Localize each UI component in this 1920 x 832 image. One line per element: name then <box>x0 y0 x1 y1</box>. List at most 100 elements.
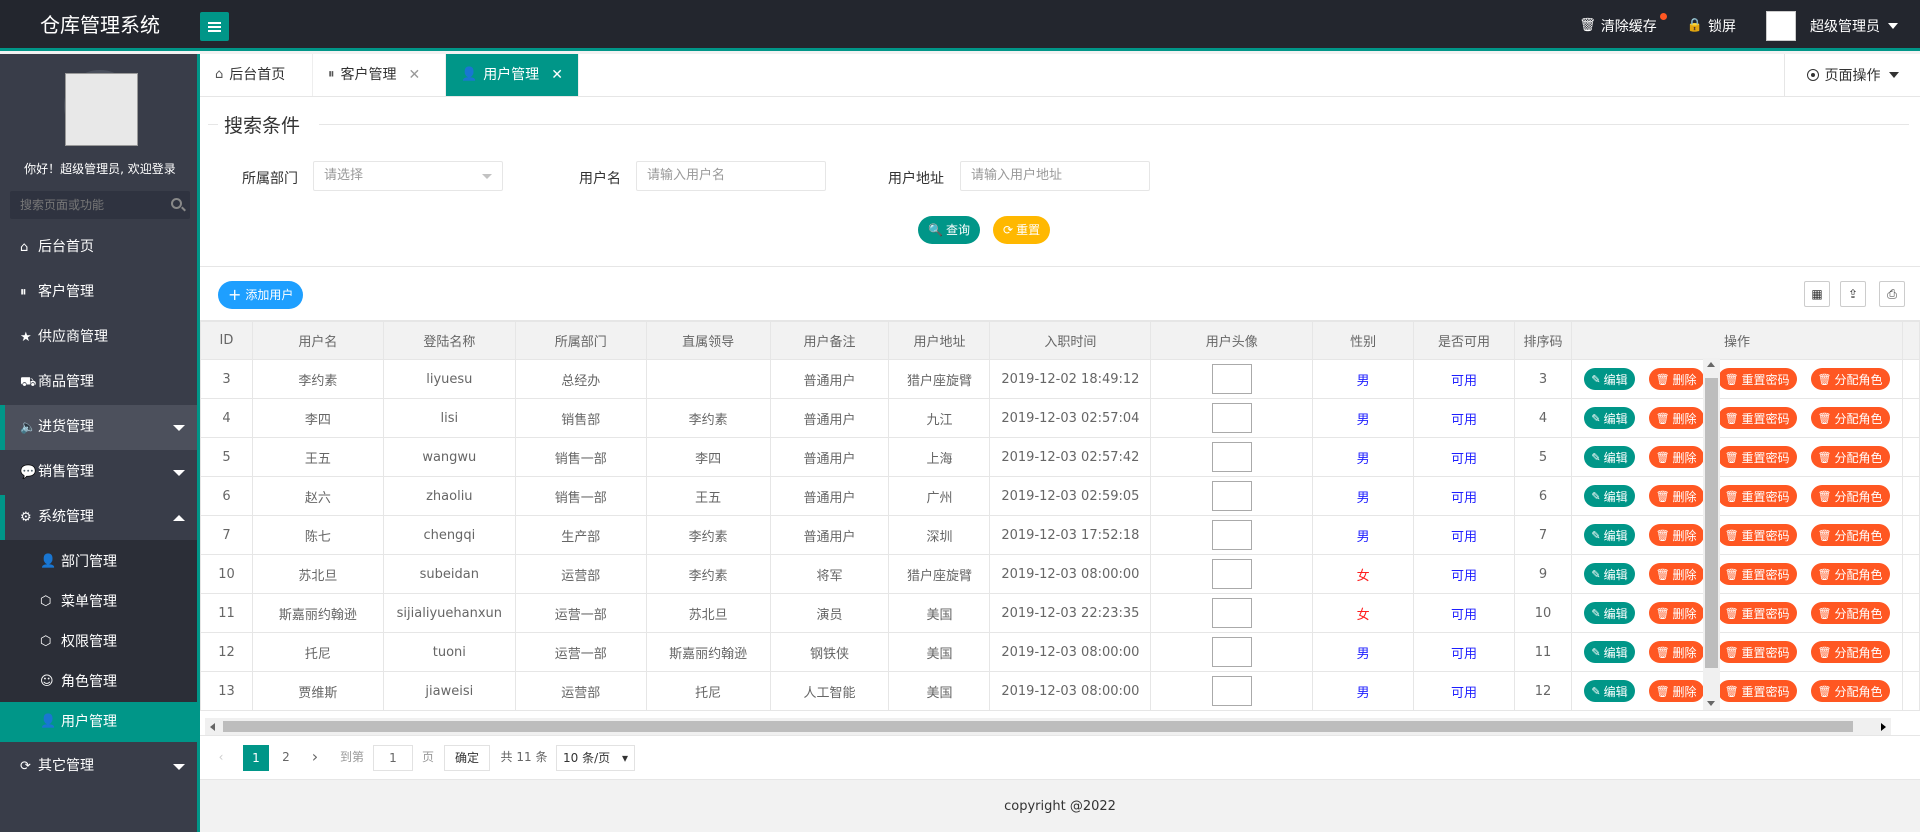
sidebar-item-other[interactable]: ⟳ 其它管理 <box>0 744 197 789</box>
sidebar-item-users[interactable]: 👤 用户管理 <box>0 702 197 742</box>
address-input[interactable]: 请输入用户地址 <box>960 161 1150 191</box>
dept-select[interactable]: 请选择 <box>313 161 503 191</box>
sidebar-item-menu[interactable]: ⬡ 菜单管理 <box>0 582 197 622</box>
sidebar-item-system[interactable]: ⚙ 系统管理 <box>0 495 197 540</box>
col-header[interactable]: 所属部门 <box>514 321 647 360</box>
close-icon[interactable]: ✕ <box>551 54 563 96</box>
sidebar-search-input[interactable]: 搜索页面或功能 <box>10 191 190 219</box>
assign-role-button[interactable]: 🗑 分配角色 <box>1810 485 1890 507</box>
scroll-thumb[interactable] <box>223 721 1853 732</box>
reset-password-button[interactable]: 🗑 重置密码 <box>1717 563 1797 585</box>
edit-button[interactable]: ✎ 编辑 <box>1584 368 1635 390</box>
scroll-down-icon[interactable] <box>1707 701 1715 706</box>
scroll-thumb[interactable] <box>1705 378 1718 668</box>
reset-password-button[interactable]: 🗑 重置密码 <box>1717 485 1797 507</box>
scroll-up-icon[interactable] <box>1707 362 1715 367</box>
export-icon[interactable]: ⇪ <box>1840 281 1866 307</box>
prev-page-icon[interactable]: ‹ <box>214 745 228 771</box>
page-button[interactable]: 2 <box>276 745 296 771</box>
goto-page-input[interactable]: 1 <box>373 745 413 771</box>
delete-button[interactable]: 🗑 删除 <box>1648 368 1704 390</box>
edit-button[interactable]: ✎ 编辑 <box>1584 446 1635 468</box>
goto-confirm-button[interactable]: 确定 <box>444 745 490 771</box>
reset-password-button[interactable]: 🗑 重置密码 <box>1717 641 1797 663</box>
assign-role-button[interactable]: 🗑 分配角色 <box>1810 368 1890 390</box>
edit-button[interactable]: ✎ 编辑 <box>1584 485 1635 507</box>
columns-icon[interactable]: ▦ <box>1804 281 1830 307</box>
edit-button[interactable]: ✎ 编辑 <box>1584 641 1635 663</box>
table-row[interactable]: 6 赵六 zhaoliu 销售一部 王五 普通用户 广州 2019-12-03 02:59:0… <box>200 476 1920 516</box>
assign-role-button[interactable]: 🗑 分配角色 <box>1810 524 1890 546</box>
assign-role-button[interactable]: 🗑 分配角色 <box>1810 680 1890 702</box>
vertical-scrollbar[interactable] <box>1703 358 1720 710</box>
table-row[interactable]: 5 王五 wangwu 销售一部 李四 普通用户 上海 2019-12-03 02:57:42… <box>200 437 1920 477</box>
edit-button[interactable]: ✎ 编辑 <box>1584 407 1635 429</box>
edit-button[interactable]: ✎ 编辑 <box>1584 563 1635 585</box>
query-button[interactable]: 🔍 查询 <box>918 216 980 244</box>
scroll-right-icon[interactable] <box>1881 723 1886 731</box>
sidebar-item-suppliers[interactable]: ★ 供应商管理 <box>0 315 197 360</box>
col-header[interactable]: 用户备注 <box>769 321 890 360</box>
sidebar-item-sales[interactable]: 💬 销售管理 <box>0 450 197 495</box>
sidebar-item-home[interactable]: ⌂ 后台首页 <box>0 225 197 270</box>
sidebar-item-role[interactable]: ☺ 角色管理 <box>0 662 197 702</box>
username-input[interactable]: 请输入用户名 <box>636 161 826 191</box>
col-header[interactable]: 用户名 <box>251 321 384 360</box>
assign-role-button[interactable]: 🗑 分配角色 <box>1810 407 1890 429</box>
col-header[interactable]: 性别 <box>1312 321 1415 360</box>
col-header[interactable]: 入职时间 <box>989 321 1152 360</box>
user-menu[interactable]: 超级管理员 <box>1766 10 1898 41</box>
clear-cache-button[interactable]: 🗑 清除缓存 <box>1579 12 1667 36</box>
assign-role-button[interactable]: 🗑 分配角色 <box>1810 446 1890 468</box>
next-page-icon[interactable]: › <box>308 745 322 771</box>
col-header[interactable]: 登陆名称 <box>382 321 516 360</box>
reset-password-button[interactable]: 🗑 重置密码 <box>1717 524 1797 546</box>
reset-password-button[interactable]: 🗑 重置密码 <box>1717 602 1797 624</box>
col-header[interactable]: 是否可用 <box>1413 321 1515 360</box>
page-operations-button[interactable]: 页面操作 <box>1784 54 1920 96</box>
table-row[interactable]: 7 陈七 chengqi 生产部 李约素 普通用户 深圳 2019-12-03 17:52:1… <box>200 515 1920 555</box>
col-header[interactable]: 用户头像 <box>1150 321 1314 360</box>
assign-role-button[interactable]: 🗑 分配角色 <box>1810 563 1890 585</box>
col-header[interactable]: ID <box>200 321 253 360</box>
menu-toggle-button[interactable] <box>200 12 229 41</box>
sidebar-item-purchase[interactable]: 🔈 进货管理 <box>0 405 197 450</box>
table-row[interactable]: 13 贾维斯 jiaweisi 运营部 托尼 人工智能 美国 2019-12-03 08:00… <box>200 671 1920 711</box>
delete-button[interactable]: 🗑 删除 <box>1648 407 1704 429</box>
delete-button[interactable]: 🗑 删除 <box>1648 446 1704 468</box>
col-header[interactable]: 操作 <box>1570 321 1903 360</box>
close-icon[interactable]: ✕ <box>409 54 421 96</box>
reset-button[interactable]: ⟳ 重置 <box>993 216 1051 244</box>
table-row[interactable]: 10 苏北旦 subeidan 运营部 李约素 将军 猎户座旋臂 2019-12-03 08:… <box>200 554 1920 594</box>
add-user-button[interactable]: + 添加用户 <box>218 281 304 309</box>
tab-users[interactable]: 👤 用户管理 ✕ <box>446 54 579 96</box>
table-row[interactable]: 4 李四 lisi 销售部 李约素 普通用户 九江 2019-12-03 02:57:04 男可… <box>200 398 1920 438</box>
page-size-select[interactable]: 10 条/页 ▾ <box>556 745 635 771</box>
lock-screen-button[interactable]: 🔒 锁屏 <box>1687 16 1736 36</box>
tab-home[interactable]: ⌂ 后台首页 <box>200 54 313 96</box>
edit-button[interactable]: ✎ 编辑 <box>1584 680 1635 702</box>
print-icon[interactable]: ⎙ <box>1879 281 1905 307</box>
col-header[interactable]: 直属领导 <box>645 321 771 360</box>
sidebar-item-permission[interactable]: ⬡ 权限管理 <box>0 622 197 662</box>
delete-button[interactable]: 🗑 删除 <box>1648 563 1704 585</box>
reset-password-button[interactable]: 🗑 重置密码 <box>1717 407 1797 429</box>
assign-role-button[interactable]: 🗑 分配角色 <box>1810 602 1890 624</box>
edit-button[interactable]: ✎ 编辑 <box>1584 524 1635 546</box>
table-row[interactable]: 12 托尼 tuoni 运营一部 斯嘉丽约翰逊 钢铁侠 美国 2019-12-03 08:00… <box>200 632 1920 672</box>
sidebar-item-goods[interactable]: ⛟ 商品管理 <box>0 360 197 405</box>
reset-password-button[interactable]: 🗑 重置密码 <box>1717 368 1797 390</box>
delete-button[interactable]: 🗑 删除 <box>1648 641 1704 663</box>
edit-button[interactable]: ✎ 编辑 <box>1584 602 1635 624</box>
sidebar-item-dept[interactable]: 👤 部门管理 <box>0 542 197 582</box>
horizontal-scrollbar[interactable] <box>205 718 1891 735</box>
sidebar-item-customers[interactable]: ⏸ 客户管理 <box>0 270 197 315</box>
table-row[interactable]: 11 斯嘉丽约翰逊 sijialiyuehanxun 运营一部 苏北旦 演员 美国 2019-… <box>200 593 1920 633</box>
page-button-current[interactable]: 1 <box>243 745 269 771</box>
reset-password-button[interactable]: 🗑 重置密码 <box>1717 446 1797 468</box>
tab-customers[interactable]: ⏸ 客户管理 ✕ <box>313 54 446 96</box>
col-header[interactable]: 用户地址 <box>888 321 991 360</box>
delete-button[interactable]: 🗑 删除 <box>1648 680 1704 702</box>
table-row[interactable]: 3 李约素 liyuesu 总经办 普通用户 猎户座旋臂 2019-12-02 18:49:… <box>200 359 1920 399</box>
assign-role-button[interactable]: 🗑 分配角色 <box>1810 641 1890 663</box>
